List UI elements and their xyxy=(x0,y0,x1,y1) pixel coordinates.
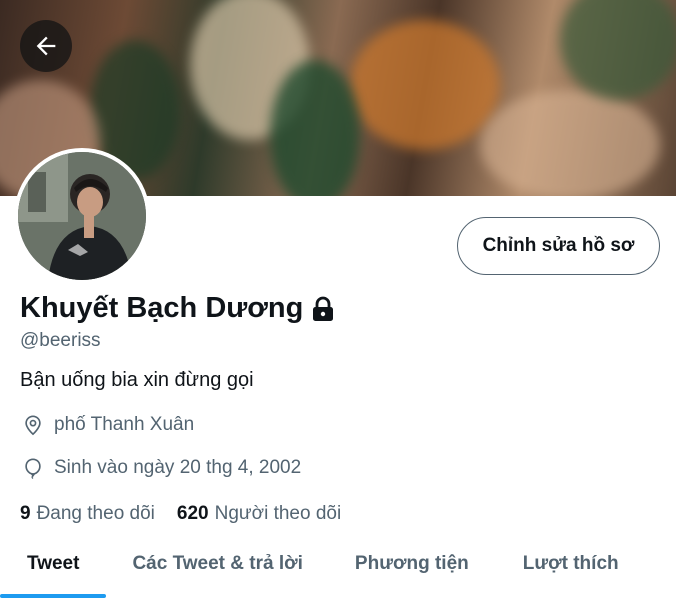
active-tab-indicator xyxy=(0,594,107,598)
follow-stats: 9 Đang theo dõi 620 Người theo dõi xyxy=(20,503,341,525)
tab-label: Các Tweet & trả lời xyxy=(132,553,303,574)
following-link[interactable]: 9 Đang theo dõi xyxy=(20,503,155,525)
avatar[interactable] xyxy=(14,148,150,284)
tab-label: Tweet xyxy=(27,553,80,574)
edit-profile-button[interactable]: Chỉnh sửa hồ sơ xyxy=(457,217,660,275)
profile-location: phố Thanh Xuân xyxy=(22,413,194,437)
tab-tweets[interactable]: Tweet xyxy=(0,536,107,598)
tab-likes[interactable]: Lượt thích xyxy=(523,536,619,592)
banner-decoration xyxy=(480,90,660,196)
followers-count: 620 xyxy=(176,503,209,524)
lock-icon xyxy=(313,296,334,321)
location-text: phố Thanh Xuân xyxy=(54,414,195,435)
avatar-image xyxy=(18,152,146,280)
tab-label: Lượt thích xyxy=(522,553,619,574)
followers-link[interactable]: 620 Người theo dõi xyxy=(177,503,341,525)
profile-display-name: Khuyết Bạch Dương xyxy=(20,292,335,325)
profile-tabs: Tweet Các Tweet & trả lời Phương tiện Lư… xyxy=(0,536,676,600)
following-label: Đang theo dõi xyxy=(36,503,155,524)
followers-label: Người theo dõi xyxy=(214,503,342,524)
balloon-icon xyxy=(25,458,41,480)
banner-decoration xyxy=(270,60,360,196)
display-name-text: Khuyết Bạch Dương xyxy=(20,292,304,324)
tab-media[interactable]: Phương tiện xyxy=(355,536,469,592)
banner-decoration xyxy=(560,0,676,100)
profile-birthday: Sinh vào ngày 20 thg 4, 2002 xyxy=(22,456,301,480)
profile-bio: Bận uống bia xin đừng gọi xyxy=(20,369,254,391)
banner-decoration xyxy=(350,20,500,150)
location-pin-icon xyxy=(25,415,41,436)
birthday-text: Sinh vào ngày 20 thg 4, 2002 xyxy=(54,457,302,478)
profile-handle: @beeriss xyxy=(20,330,101,351)
back-button[interactable] xyxy=(20,20,72,72)
arrow-left-icon xyxy=(36,36,56,56)
tab-tweets-and-replies[interactable]: Các Tweet & trả lời xyxy=(132,536,302,592)
following-count: 9 xyxy=(20,503,31,524)
tab-label: Phương tiện xyxy=(354,553,469,574)
